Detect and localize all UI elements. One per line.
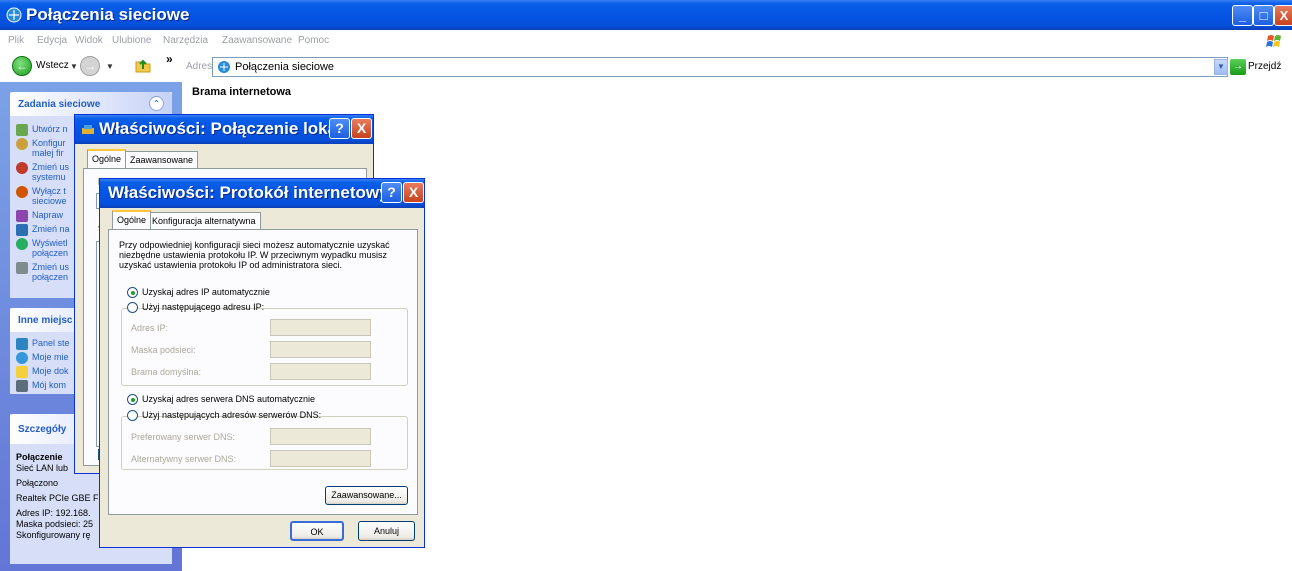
tab-general[interactable]: Ogólne	[112, 210, 152, 229]
tcpip-description: Przy odpowiedniej konfiguracji sieci moż…	[119, 240, 390, 270]
cancel-button[interactable]: Anuluj	[358, 521, 415, 541]
disable-device-icon	[16, 186, 28, 198]
back-button-label[interactable]: Wstecz	[36, 60, 69, 71]
network-connections-icon	[6, 7, 22, 23]
repair-icon	[16, 210, 28, 222]
tab-general[interactable]: Ogólne	[87, 149, 127, 168]
tcpip-dialog-title: Właściwości: Protokół internetowy...	[108, 183, 402, 202]
tab-alternate-configuration[interactable]: Konfiguracja alternatywna	[147, 212, 261, 229]
ok-button[interactable]: OK	[290, 521, 344, 541]
advanced-button[interactable]: Zaawansowane...	[325, 486, 408, 505]
rename-icon	[16, 224, 28, 236]
settings-icon	[16, 262, 28, 274]
close-button[interactable]: X	[1274, 5, 1292, 26]
close-button[interactable]: X	[403, 182, 424, 203]
content-group-heading: Brama internetowa	[192, 86, 292, 98]
default-gateway-field	[270, 363, 371, 380]
alternate-dns-field	[270, 450, 371, 467]
connection-dialog-title: Właściwości: Połączenie loka...	[99, 119, 352, 138]
windows-flag-icon	[1266, 35, 1281, 47]
back-arrow-icon[interactable]: ←	[12, 56, 32, 76]
go-arrow-icon[interactable]: →	[1230, 59, 1246, 75]
home-network-icon	[16, 138, 28, 150]
tab-advanced[interactable]: Zaawansowane	[125, 151, 199, 168]
menu-tools[interactable]: Narzędzia	[163, 35, 208, 46]
help-button[interactable]: ?	[381, 182, 402, 203]
network-places-icon	[16, 352, 28, 364]
preferred-dns-label: Preferowany serwer DNS:	[131, 432, 236, 442]
tcpip-properties-dialog[interactable]: Właściwości: Protokół internetowy... ? X…	[99, 178, 425, 548]
maximize-button[interactable]: □	[1253, 5, 1274, 26]
ip-address-label: Adres IP:	[131, 323, 169, 333]
subnet-mask-label: Maska podsieci:	[131, 345, 196, 355]
radio-unselected[interactable]	[127, 410, 138, 421]
radio-selected[interactable]	[127, 287, 138, 298]
details-title: Szczegóły	[18, 424, 67, 435]
preferred-dns-field	[270, 428, 371, 445]
go-button-label[interactable]: Przejdź	[1248, 61, 1281, 72]
toolbar-chevron[interactable]: »	[166, 52, 173, 66]
lan-connection-icon	[82, 125, 94, 134]
tcpip-tab-body: Przy odpowiedniej konfiguracji sieci moż…	[108, 229, 418, 515]
back-dropdown-icon[interactable]: ▼	[70, 62, 78, 71]
status-icon	[16, 238, 28, 250]
window-title: Połączenia sieciowe	[26, 5, 190, 24]
network-connections-icon	[218, 61, 230, 73]
menu-help[interactable]: Pomoc	[298, 35, 329, 46]
subnet-mask-field	[270, 341, 371, 358]
tcpip-dialog-titlebar[interactable]: Właściwości: Protokół internetowy... ? X	[100, 179, 424, 208]
forward-dropdown-icon[interactable]: ▼	[106, 62, 114, 71]
minimize-button[interactable]: _	[1232, 5, 1253, 26]
address-label: Adres	[186, 61, 213, 72]
firewall-icon	[16, 162, 28, 174]
menu-favorites[interactable]: Ulubione	[112, 35, 151, 46]
computer-icon	[16, 380, 28, 392]
other-places-title: Inne miejsc	[18, 315, 73, 326]
network-tasks-header[interactable]: Zadania sieciowe ⌃	[10, 92, 172, 116]
network-tasks-title: Zadania sieciowe	[18, 99, 101, 110]
control-panel-icon	[16, 338, 28, 350]
menu-file[interactable]: Plik	[8, 35, 24, 46]
menu-view[interactable]: Widok	[75, 35, 103, 46]
ip-address-field	[270, 319, 371, 336]
menu-edit[interactable]: Edycja	[37, 35, 67, 46]
new-connection-icon	[16, 124, 28, 136]
address-value: Połączenia sieciowe	[235, 61, 335, 73]
menu-bar: Plik Edycja Widok Ulubione Narzędzia Zaa…	[0, 30, 1292, 52]
forward-arrow-icon[interactable]: →	[80, 56, 100, 76]
help-button[interactable]: ?	[329, 118, 350, 139]
close-button[interactable]: X	[351, 118, 372, 139]
up-folder-icon[interactable]	[134, 56, 152, 74]
alternate-dns-label: Alternatywny serwer DNS:	[131, 454, 237, 464]
address-dropdown-icon[interactable]: ▼	[1214, 59, 1228, 75]
window-titlebar[interactable]: Połączenia sieciowe _ □ X	[0, 0, 1292, 30]
radio-unselected[interactable]	[127, 302, 138, 313]
default-gateway-label: Brama domyślna:	[131, 367, 202, 377]
radio-selected[interactable]	[127, 394, 138, 405]
address-input[interactable]: Połączenia sieciowe	[212, 57, 1228, 77]
menu-advanced[interactable]: Zaawansowane	[222, 35, 292, 46]
collapse-icon[interactable]: ⌃	[149, 96, 164, 111]
documents-folder-icon	[16, 366, 28, 378]
connection-dialog-titlebar[interactable]: Właściwości: Połączenie loka... ? X	[75, 115, 373, 144]
